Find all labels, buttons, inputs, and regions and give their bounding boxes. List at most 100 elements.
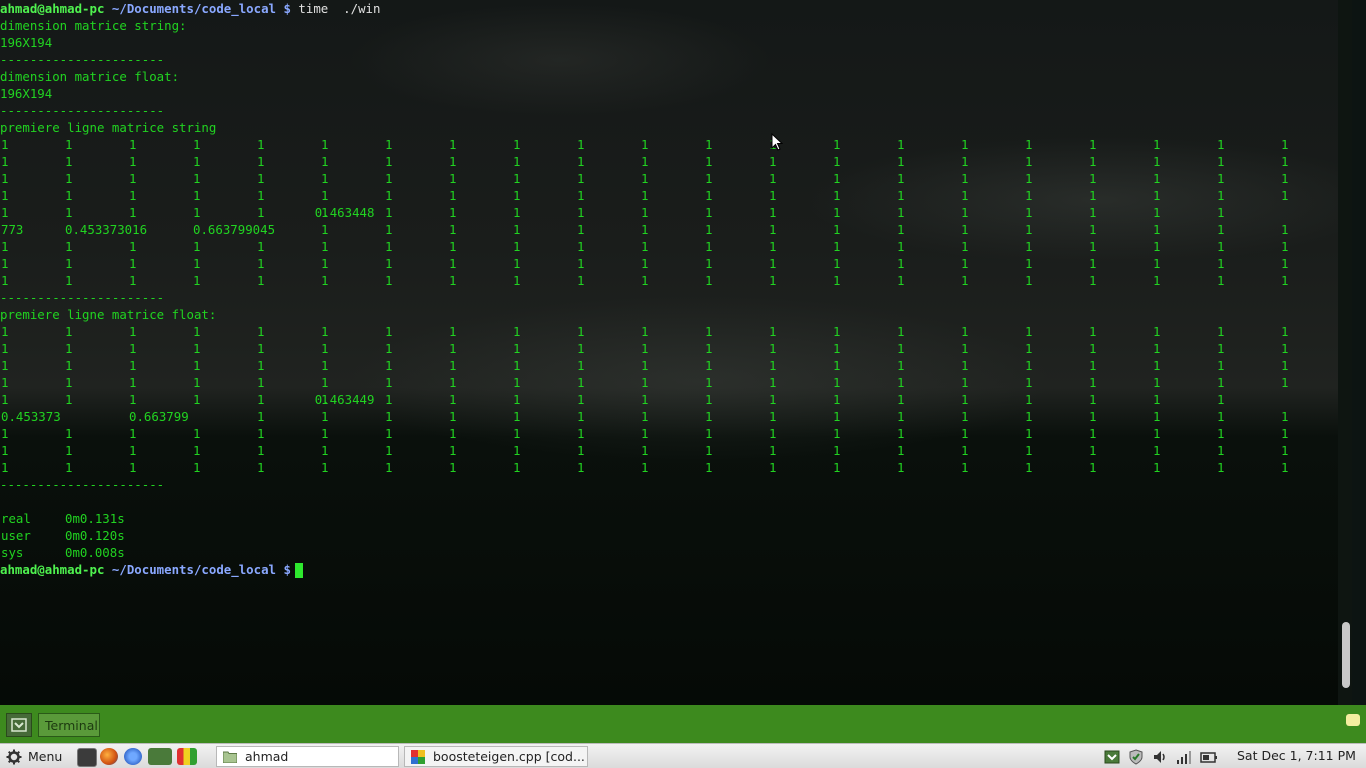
matrix-cell: 1 [193, 239, 201, 254]
volume-icon[interactable] [1152, 749, 1168, 765]
taskbar-item-ahmad[interactable]: ahmad [216, 746, 399, 767]
matrix-cell: 1 [257, 358, 265, 373]
matrix-cell: 1 [1281, 426, 1289, 441]
taskbar-item-boosteteigen[interactable]: boosteteigen.cpp [cod... [404, 746, 588, 767]
matrix-cell: 1 [1025, 341, 1033, 356]
network-signal-icon[interactable] [1176, 749, 1192, 765]
matrix-cell: 1 [833, 392, 841, 407]
matrix-cell: 1 [769, 273, 777, 288]
matrix-cell: 1 [897, 341, 905, 356]
color-app-icon[interactable] [177, 748, 197, 765]
matrix-cell: 1 [1089, 154, 1097, 169]
prompt-path: ~/Documents/code_local [104, 1, 277, 16]
matrix-cell: 1 [833, 358, 841, 373]
matrix-cell: 1 [577, 256, 585, 271]
panel-separator [202, 748, 208, 765]
matrix-cell: 1 [769, 409, 777, 424]
matrix-cell: 1 [1153, 222, 1161, 237]
matrix-cell: 1 [641, 205, 649, 220]
matrix-cell: 1 [321, 358, 329, 373]
matrix-cell: 1 [449, 256, 457, 271]
matrix-cell: 1 [513, 205, 521, 220]
matrix-cell: 1 [577, 443, 585, 458]
matrix-cell: 1 [1281, 273, 1289, 288]
matrix-cell: 1 [897, 358, 905, 373]
matrix-cell: 1 [1153, 460, 1161, 475]
matrix-cell: 1 [769, 443, 777, 458]
terminal-launcher-icon[interactable] [77, 748, 97, 767]
timing-line: real 0m0.131s [0, 510, 380, 527]
matrix-cell: 1 [257, 171, 265, 186]
terminal-panel-tab[interactable]: Terminal [38, 713, 100, 737]
matrix-cell: 1 [193, 341, 201, 356]
matrix-row: 1111111111111111111111 [0, 153, 1345, 170]
scrollbar-thumb[interactable] [1342, 622, 1350, 688]
matrix-cell: 1 [513, 239, 521, 254]
matrix-cell: 1 [321, 137, 329, 152]
matrix-cell: 1 [1, 256, 9, 271]
matrix-cell: 1 [321, 256, 329, 271]
folder-icon [223, 751, 237, 763]
matrix-cell: 1 [321, 443, 329, 458]
matrix-cell: 1 [1281, 324, 1289, 339]
matrix-cell: 1 [1, 375, 9, 390]
matrix-cell: 1 [1025, 188, 1033, 203]
matrix-cell: 1 [705, 137, 713, 152]
matrix-cell: 1 [961, 409, 969, 424]
matrix-cell: 1 [1217, 188, 1225, 203]
matrix-cell: 1 [961, 256, 969, 271]
matrix-cell: 1 [385, 205, 393, 220]
matrix-cell: 1 [897, 171, 905, 186]
matrix-cell: 1 [1089, 392, 1097, 407]
matrix-cell: 1 [1153, 392, 1161, 407]
matrix-cell: 1 [1153, 205, 1161, 220]
system-tray [1104, 748, 1218, 766]
timing-label: real [1, 511, 31, 526]
bottom-panel: Menu ahmad boosteteigen.cpp [cod... Sat … [0, 743, 1366, 768]
matrix-cell: 1 [1153, 426, 1161, 441]
firefox-icon[interactable] [100, 748, 118, 765]
clock[interactable]: Sat Dec 1, 7:11 PM [1237, 748, 1356, 763]
menu-button[interactable]: Menu [6, 747, 62, 766]
matrix-cell: 1 [641, 137, 649, 152]
chromium-icon[interactable] [124, 748, 142, 765]
matrix-cell: 1 [1089, 239, 1097, 254]
matrix-cell: 1 [449, 239, 457, 254]
timing-line: sys 0m0.008s [0, 544, 380, 561]
matrix-cell: 1 [1281, 188, 1289, 203]
matrix-cell: 1 [705, 256, 713, 271]
shield-icon[interactable] [1128, 749, 1144, 765]
battery-icon[interactable] [1200, 749, 1218, 765]
matrix-cell: 1 [193, 426, 201, 441]
mint-update-icon[interactable] [148, 748, 172, 765]
timing-value: 0m0.008s [65, 545, 125, 560]
matrix-cell: 1 [1, 460, 9, 475]
matrix-cell: 1 [257, 460, 265, 475]
matrix-row: 1111111111111111111111 [0, 170, 1345, 187]
matrix-cell: 1 [321, 460, 329, 475]
matrix-cell: 1 [1025, 137, 1033, 152]
terminal-window[interactable]: ahmad@ahmad-pc ~/Documents/code_local $ … [0, 0, 1352, 705]
matrix-cell: 1 [257, 239, 265, 254]
update-manager-icon[interactable] [1104, 749, 1120, 765]
matrix-cell: 1 [129, 171, 137, 186]
matrix-cell: 1 [577, 409, 585, 424]
show-desktop-button[interactable] [6, 713, 32, 737]
matrix-cell: 1 [577, 154, 585, 169]
matrix-cell: 1 [385, 239, 393, 254]
matrix-cell: 1 [1089, 188, 1097, 203]
notification-icon[interactable] [1346, 714, 1360, 726]
matrix-cell: 1 [1281, 171, 1289, 186]
matrix-cell: 1 [513, 375, 521, 390]
matrix-cell: 1 [577, 358, 585, 373]
matrix-cell: 1 [1217, 375, 1225, 390]
matrix-cell: 1 [1, 392, 9, 407]
matrix-cell: 1 [1089, 222, 1097, 237]
output-line: 196X194 [0, 86, 53, 101]
matrix-cell: 1 [513, 460, 521, 475]
matrix-row: 1 1 1 1 1 1 1 1 1 1 1 1 1 1 1 1 1 1 1 1 1 [0, 459, 1288, 476]
matrix-cell: 1 [1217, 171, 1225, 186]
terminal-scrollbar[interactable] [1338, 0, 1352, 705]
matrix-cell: 1 [1217, 222, 1225, 237]
matrix-cell: 1 [449, 358, 457, 373]
